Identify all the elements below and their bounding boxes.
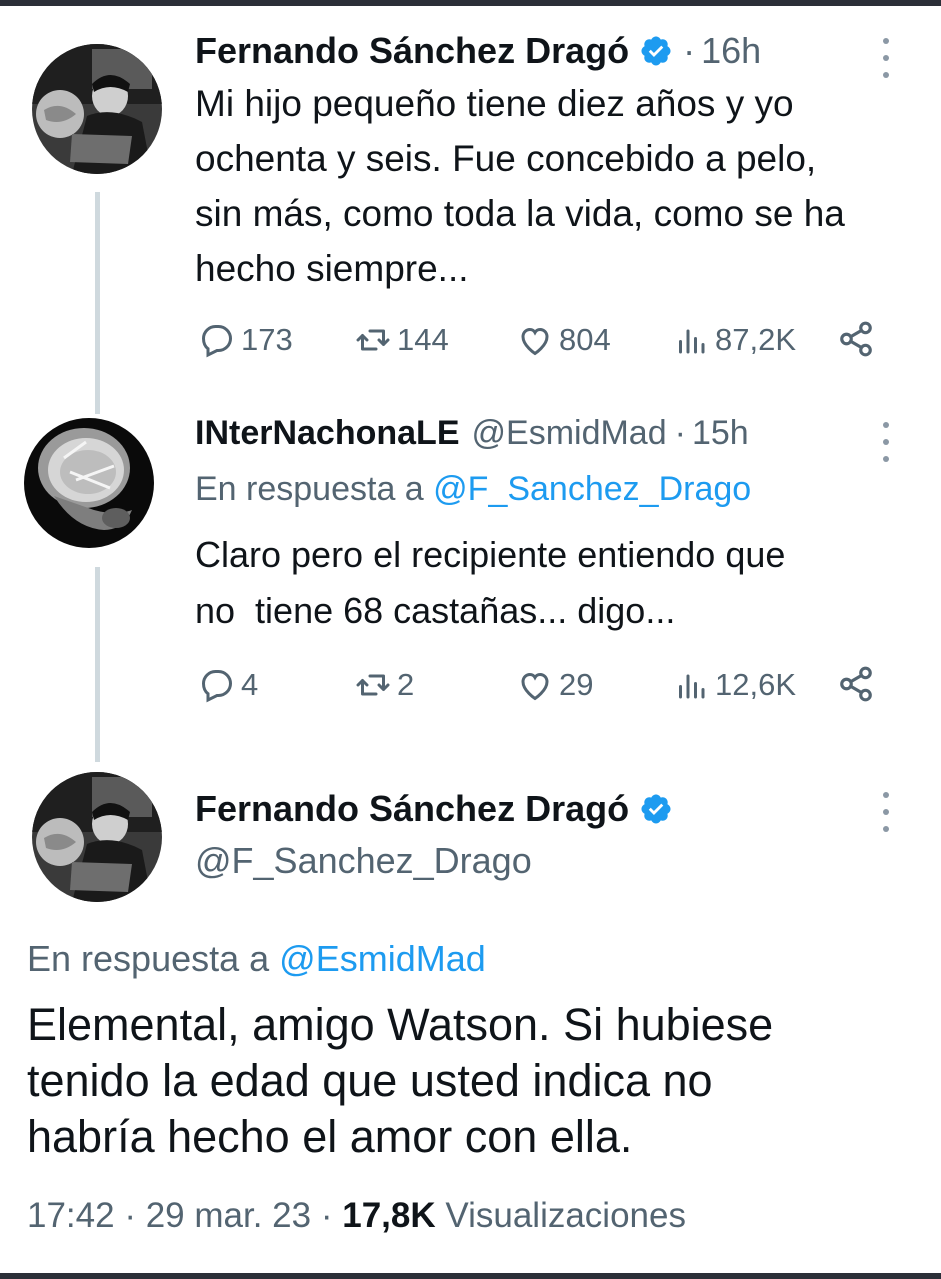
verified-badge-icon <box>641 794 671 824</box>
reply-prefix: En respuesta a <box>195 470 424 508</box>
tweet-text: Elemental, amigo Watson. Si hubiese teni… <box>27 997 773 1165</box>
text-line: tenido la edad que usted indica no <box>27 1055 713 1106</box>
tweet-time[interactable]: 16h <box>701 30 761 72</box>
author-handle[interactable]: @F_Sanchez_Drago <box>195 840 532 882</box>
avatar[interactable] <box>32 772 162 902</box>
like-icon <box>521 672 549 701</box>
avatar[interactable] <box>32 44 162 174</box>
author-name[interactable]: INterNachonaLE <box>195 414 460 453</box>
views-label: Visualizaciones <box>445 1196 686 1235</box>
thread-line <box>95 192 100 414</box>
tweet-text: Claro pero el recipiente entiendo que no… <box>195 527 785 639</box>
like-icon <box>521 327 549 356</box>
tweet-header: Fernando Sánchez Dragó <box>195 788 673 830</box>
text-line: Elemental, amigo Watson. Si hubiese <box>27 999 774 1050</box>
tweet-header: INterNachonaLE @EsmidMad · 15h <box>195 414 749 453</box>
views-icon <box>679 674 705 699</box>
reply-context: En respuesta a @EsmidMad <box>27 938 486 980</box>
text-line: hecho siempre... <box>195 248 469 289</box>
tweet-time[interactable]: 15h <box>692 414 749 453</box>
reply-count: 173 <box>241 322 293 357</box>
text-line: habría hecho el amor con ella. <box>27 1111 633 1162</box>
text-line: ochenta y seis. Fue concebido a pelo, <box>195 138 817 179</box>
retweet-count: 144 <box>397 322 449 357</box>
views-button[interactable]: 12,6K <box>673 663 796 707</box>
tweet-time[interactable]: 17:42 <box>27 1196 115 1235</box>
action-bar: 173 144 804 87,2K <box>195 318 885 362</box>
views-icon <box>679 329 705 354</box>
tweet-header: Fernando Sánchez Dragó · 16h <box>195 30 761 72</box>
like-button[interactable]: 804 <box>517 318 611 362</box>
separator: · <box>124 1196 136 1235</box>
avatar[interactable] <box>24 418 154 548</box>
retweet-count: 2 <box>397 667 415 702</box>
bottom-border <box>0 1273 941 1279</box>
reply-icon <box>201 325 233 358</box>
separator: · <box>683 30 696 71</box>
reply-mention-link[interactable]: @EsmidMad <box>279 938 486 979</box>
views-count: 12,6K <box>715 667 797 702</box>
more-options-icon[interactable] <box>876 422 896 462</box>
reply-mention-link[interactable]: @F_Sanchez_Drago <box>433 470 751 508</box>
separator: · <box>674 414 686 452</box>
text-line: Claro pero el recipiente entiendo que <box>195 534 786 575</box>
author-name[interactable]: Fernando Sánchez Dragó <box>195 788 629 830</box>
retweet-button[interactable]: 144 <box>355 318 449 362</box>
tweet-meta: 17:42 · 29 mar. 23 · 17,8K Visualizacion… <box>27 1196 686 1236</box>
action-bar: 4 2 29 12,6K <box>195 663 885 707</box>
reply-count: 4 <box>241 667 259 702</box>
top-border <box>0 0 941 6</box>
share-icon[interactable] <box>837 320 875 358</box>
reply-context: En respuesta a @F_Sanchez_Drago <box>195 470 751 509</box>
reply-button[interactable]: 4 <box>199 663 258 707</box>
reply-button[interactable]: 173 <box>199 318 293 362</box>
text-line: Mi hijo pequeño tiene diez años y yo <box>195 83 794 124</box>
views-count: 87,2K <box>715 322 797 357</box>
thread-line <box>95 567 100 762</box>
more-options-icon[interactable] <box>876 792 896 832</box>
tweet-text: Mi hijo pequeño tiene diez años y yo och… <box>195 76 845 296</box>
verified-badge-icon <box>641 36 671 66</box>
retweet-icon <box>356 674 390 696</box>
text-line: no tiene 68 castañas... digo... <box>195 590 676 631</box>
author-handle[interactable]: @EsmidMad <box>472 414 667 453</box>
like-count: 29 <box>559 667 594 702</box>
like-count: 804 <box>559 322 611 357</box>
views-count: 17,8K <box>342 1196 436 1235</box>
retweet-icon <box>356 329 390 351</box>
views-button[interactable]: 87,2K <box>673 318 796 362</box>
text-line: sin más, como toda la vida, como se ha <box>195 193 845 234</box>
reply-icon <box>201 670 233 703</box>
separator: · <box>320 1196 333 1235</box>
retweet-button[interactable]: 2 <box>355 663 414 707</box>
more-options-icon[interactable] <box>876 38 896 78</box>
share-icon[interactable] <box>837 665 875 703</box>
tweet-date[interactable]: 29 mar. 23 <box>146 1196 311 1235</box>
author-name[interactable]: Fernando Sánchez Dragó <box>195 30 629 72</box>
like-button[interactable]: 29 <box>517 663 593 707</box>
reply-prefix: En respuesta a <box>27 938 270 979</box>
